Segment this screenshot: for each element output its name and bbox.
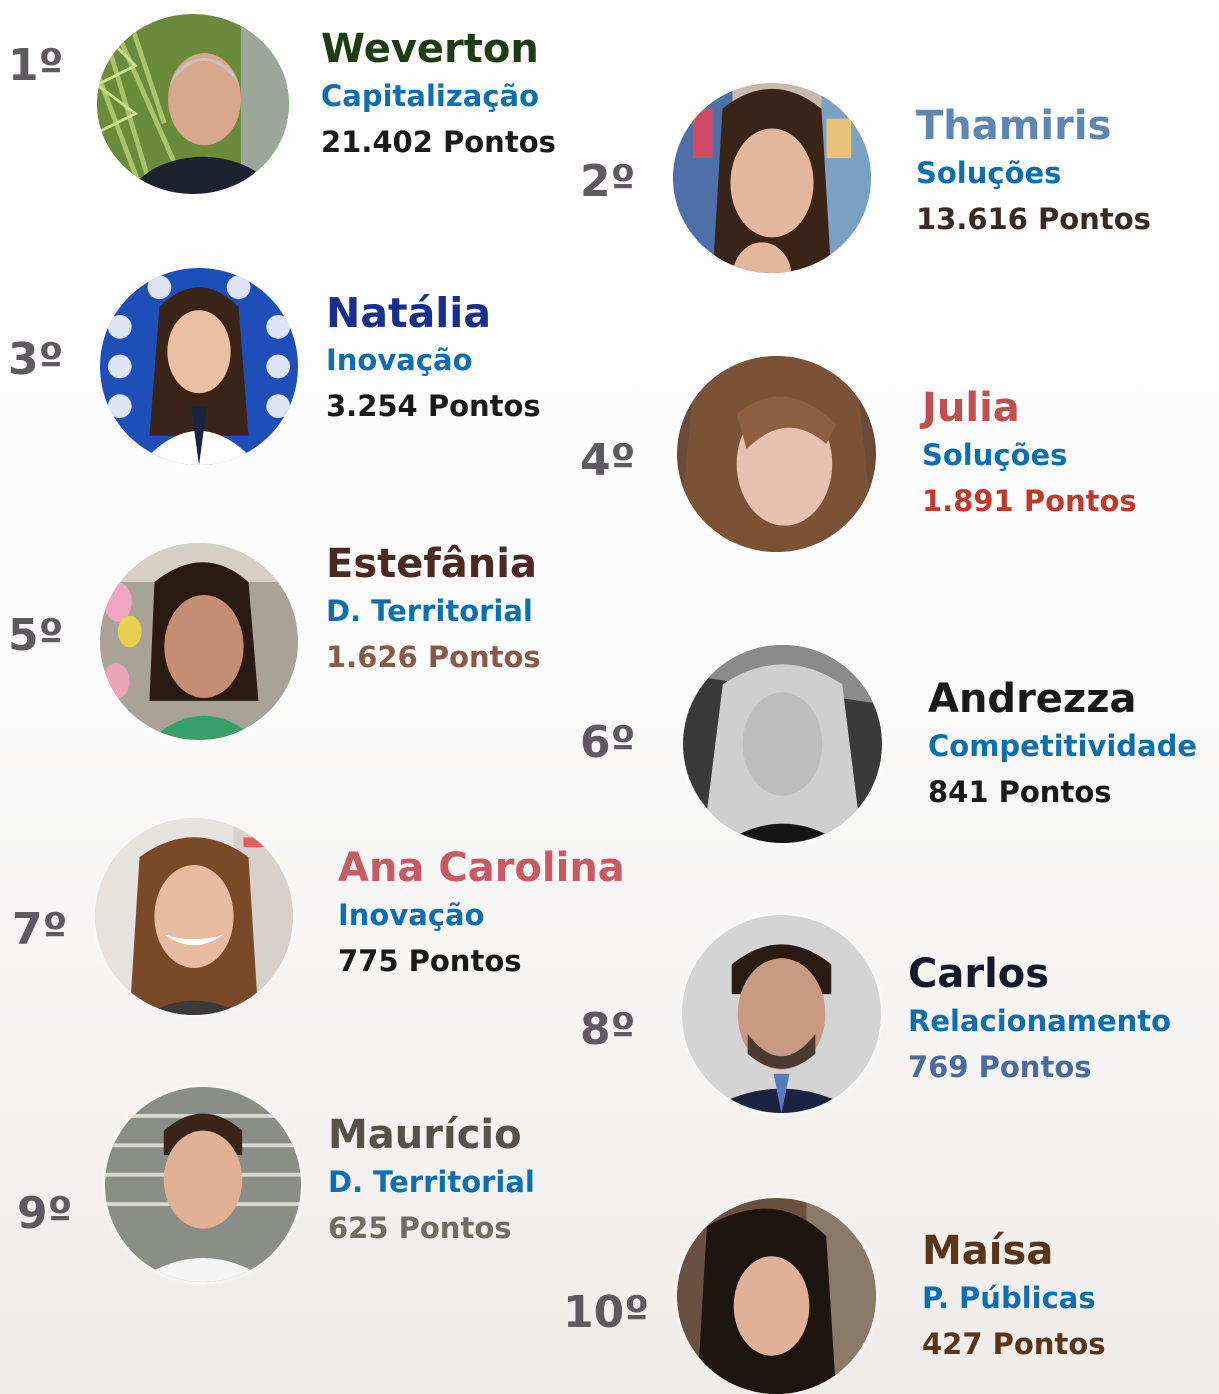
rank-label: 8º [580,1004,636,1055]
entry-info: Julia Soluções 1.891 Pontos [922,383,1137,525]
rank-label: 9º [17,1188,73,1239]
points-value: 1.626 Pontos [326,640,541,674]
avatar [97,14,289,194]
entry-info: Natália Inovação 3.254 Pontos [326,288,541,430]
avatar [100,268,298,465]
department-label: Soluções [922,438,1068,472]
employee-name: Julia [922,385,1020,431]
rank-label: 5º [8,610,64,661]
points-value: 1.891 Pontos [922,484,1137,518]
avatar [677,356,876,552]
department-label: Competitividade [928,729,1198,763]
avatar [673,83,871,273]
entry-info: Maísa P. Públicas 427 Pontos [922,1226,1106,1368]
avatar [105,1087,301,1282]
entry-info: Maurício D. Territorial 625 Pontos [328,1110,535,1252]
department-label: Inovação [326,343,473,377]
rank-label: 7º [12,904,68,955]
entry-info: Ana Carolina Inovação 775 Pontos [338,843,625,985]
avatar [100,543,298,740]
rank-label: 3º [8,334,64,385]
employee-name: Carlos [908,951,1050,997]
employee-name: Thamiris [916,103,1112,149]
department-label: D. Territorial [328,1165,535,1199]
rank-label: 4º [580,435,636,486]
department-label: P. Públicas [922,1281,1096,1315]
department-label: Relacionamento [908,1004,1172,1038]
entry-info: Carlos Relacionamento 769 Pontos [908,949,1171,1091]
employee-name: Estefânia [326,541,537,587]
avatar [95,818,293,1015]
rank-label: 10º [563,1287,650,1338]
department-label: Capitalização [321,79,539,113]
entry-info: Andrezza Competitividade 841 Pontos [928,674,1197,816]
employee-name: Maurício [328,1112,522,1158]
points-value: 13.616 Pontos [916,202,1151,236]
points-value: 841 Pontos [928,775,1112,809]
points-value: 21.402 Pontos [321,125,556,159]
department-label: Inovação [338,898,485,932]
entry-info: Estefânia D. Territorial 1.626 Pontos [326,539,541,681]
avatar [682,915,881,1113]
entry-info: Thamiris Soluções 13.616 Pontos [916,101,1151,243]
department-label: Soluções [916,156,1062,190]
points-value: 625 Pontos [328,1211,512,1245]
employee-name: Maísa [922,1228,1054,1274]
employee-name: Ana Carolina [338,845,625,891]
entry-info: Weverton Capitalização 21.402 Pontos [321,24,556,166]
employee-name: Natália [326,289,492,337]
avatar [677,1198,876,1394]
points-value: 769 Pontos [908,1050,1092,1084]
department-label: D. Territorial [326,594,533,628]
rank-label: 6º [580,717,636,768]
points-value: 775 Pontos [338,944,522,978]
employee-name: Andrezza [928,676,1137,722]
points-value: 3.254 Pontos [326,389,541,423]
rank-label: 1º [8,40,64,91]
rank-label: 2º [580,156,636,207]
avatar [683,645,882,843]
points-value: 427 Pontos [922,1327,1106,1361]
employee-name: Weverton [321,26,539,72]
